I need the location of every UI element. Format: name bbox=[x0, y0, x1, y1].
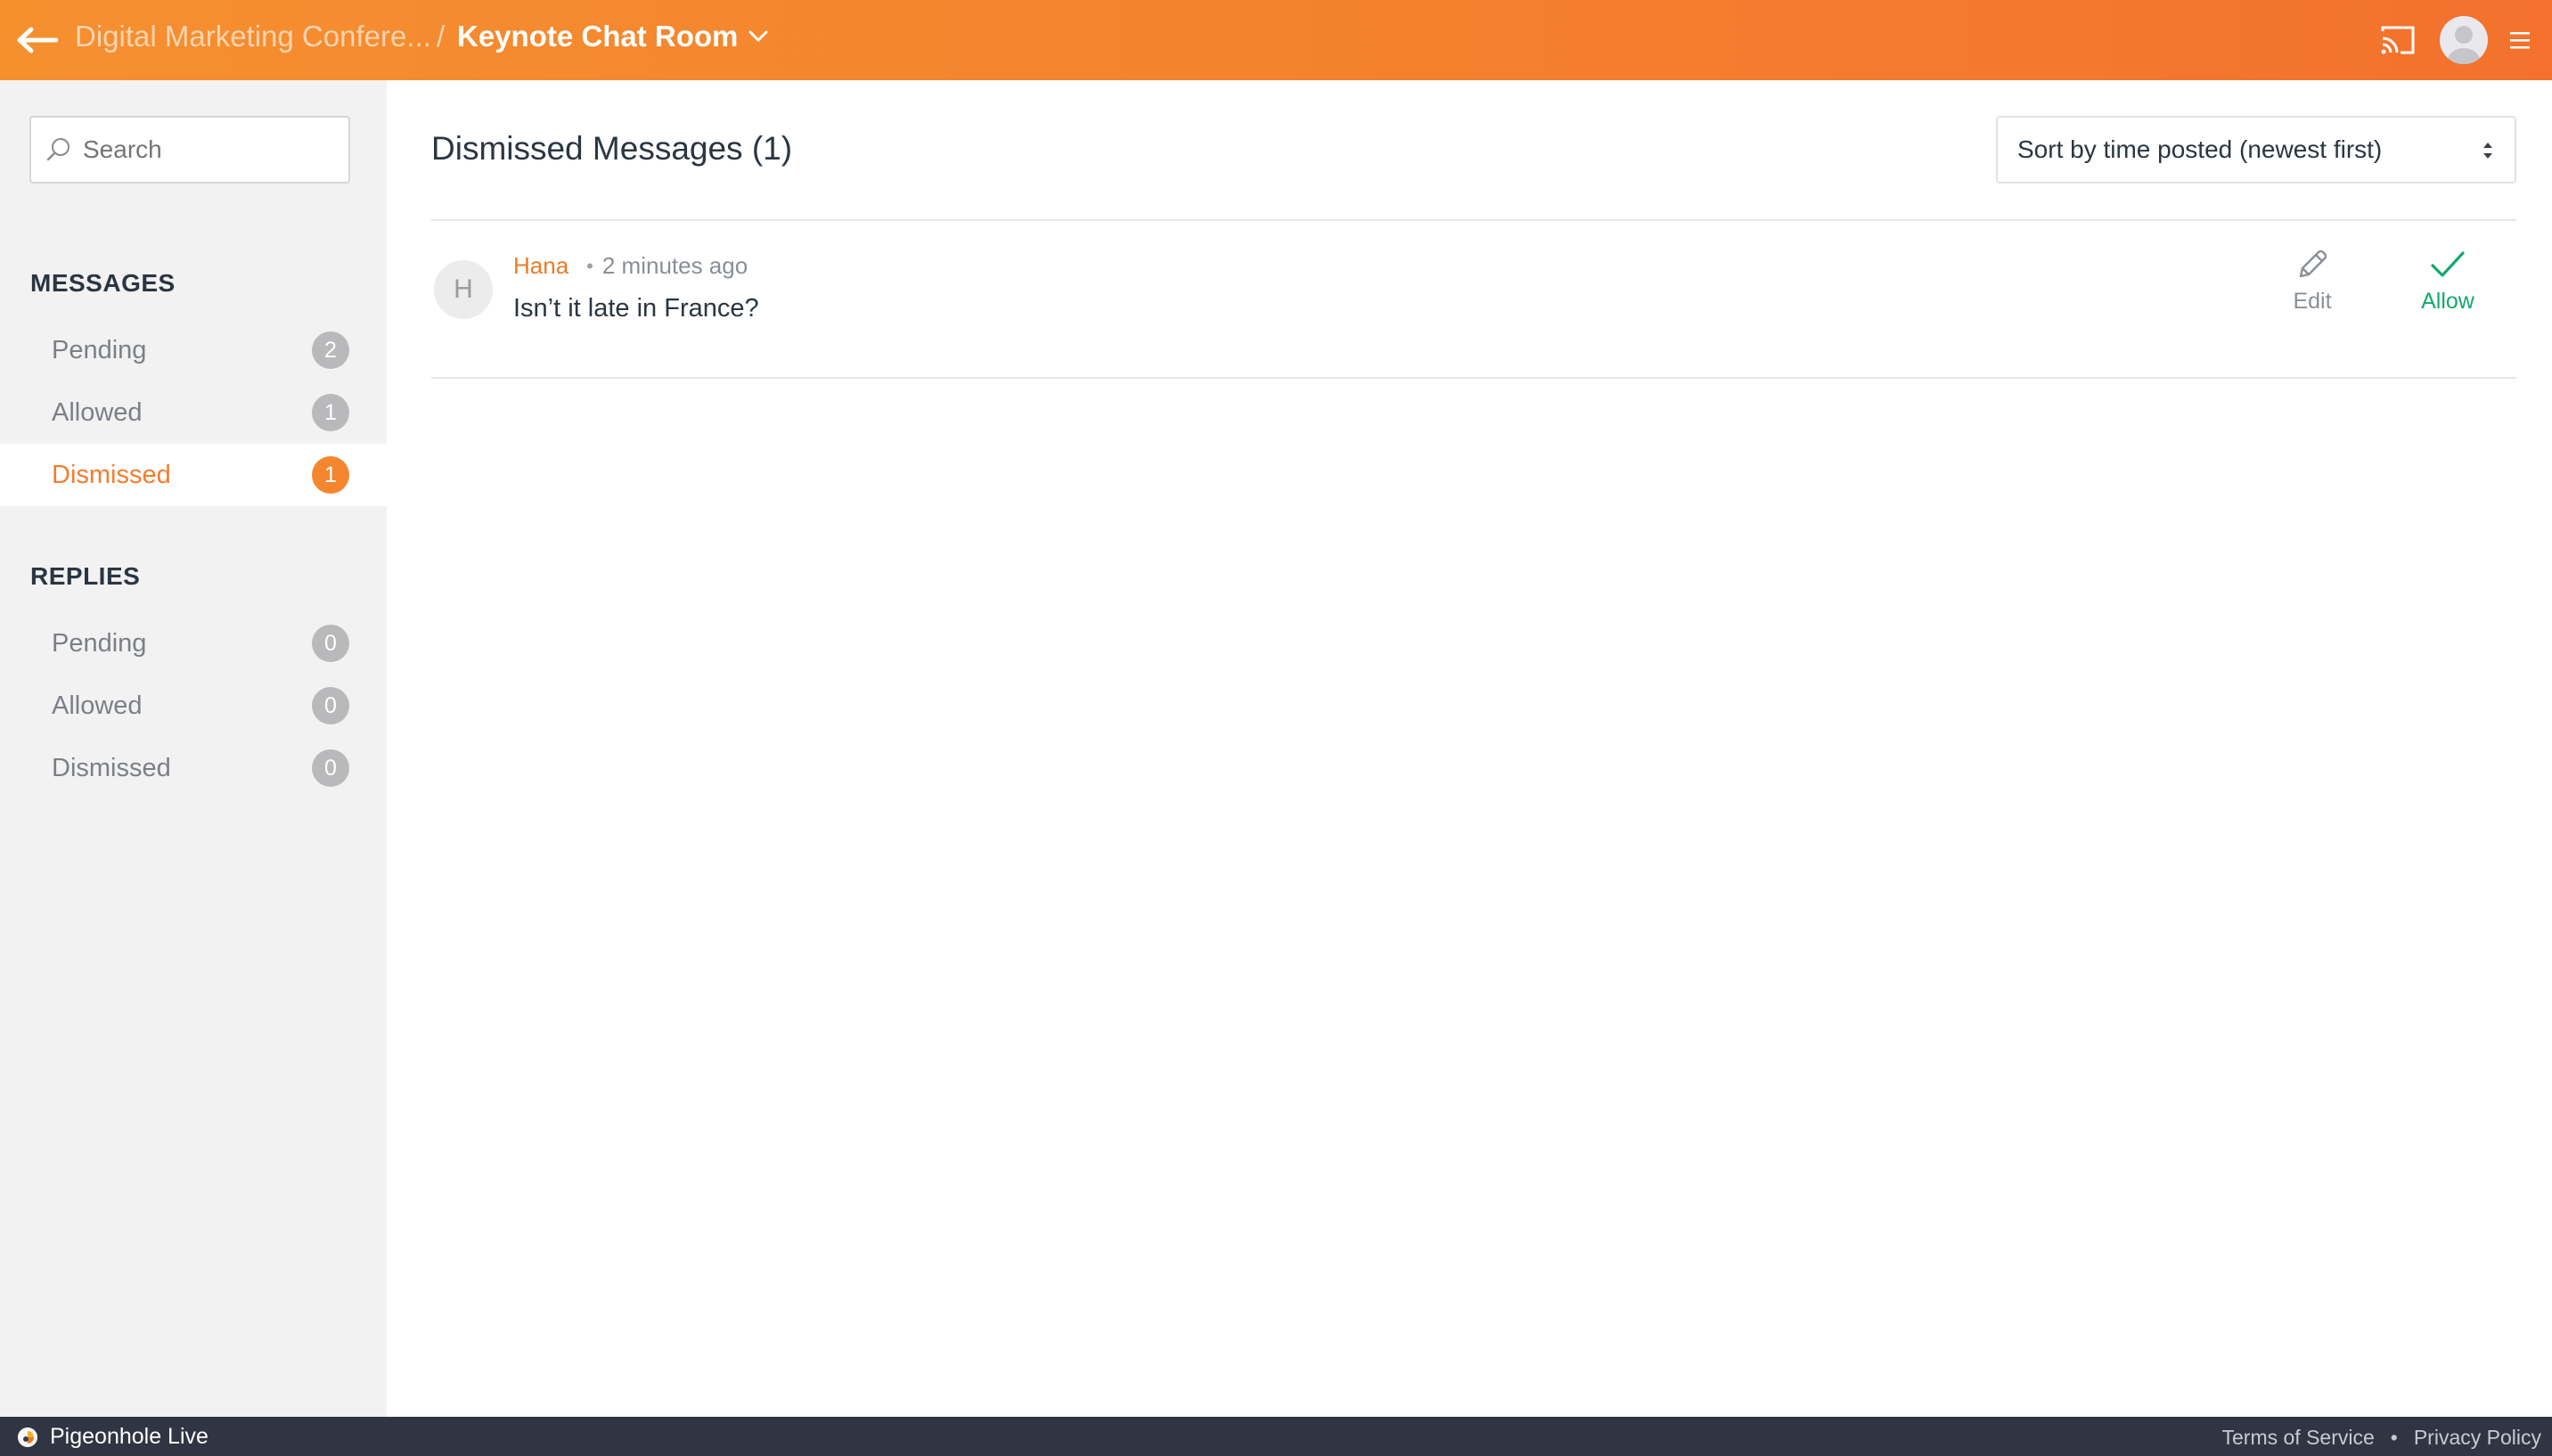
sidebar-item-replies-dismissed[interactable]: Dismissed 0 bbox=[0, 737, 387, 799]
count-badge: 0 bbox=[312, 687, 349, 724]
top-bar: Digital Marketing Confere... / Keynote C… bbox=[0, 0, 2552, 80]
room-name: Keynote Chat Room bbox=[457, 20, 739, 53]
count-badge: 0 bbox=[312, 749, 349, 787]
page-title: Dismissed Messages (1) bbox=[431, 130, 793, 167]
sidebar-item-messages-allowed[interactable]: Allowed 1 bbox=[0, 381, 387, 444]
sort-arrows-icon bbox=[2483, 143, 2492, 159]
menu-button[interactable] bbox=[2507, 27, 2532, 53]
terms-link[interactable]: Terms of Service bbox=[2222, 1426, 2375, 1450]
message-timestamp: 2 minutes ago bbox=[601, 252, 748, 279]
chevron-down-icon bbox=[748, 30, 768, 43]
message-author[interactable]: Hana bbox=[513, 252, 568, 280]
edit-label: Edit bbox=[2293, 289, 2332, 314]
hamburger-menu-icon bbox=[2510, 32, 2530, 49]
divider bbox=[431, 377, 2516, 379]
count-badge: 0 bbox=[312, 625, 349, 662]
user-avatar-icon bbox=[2448, 26, 2480, 64]
message-meta: Hana • 2 minutes ago bbox=[513, 252, 748, 280]
sidebar-item-messages-pending[interactable]: Pending 2 bbox=[0, 319, 387, 381]
footer-brand[interactable]: Pigeonhole Live bbox=[18, 1424, 209, 1450]
messages-section-title: MESSAGES bbox=[30, 269, 176, 297]
footer-separator: • bbox=[2390, 1426, 2398, 1449]
sidebar-item-label: Allowed bbox=[52, 397, 143, 427]
count-badge: 1 bbox=[312, 456, 349, 494]
replies-section-title: REPLIES bbox=[30, 562, 141, 590]
divider bbox=[431, 219, 2516, 221]
edit-button[interactable]: Edit bbox=[2263, 246, 2361, 326]
sidebar-item-label: Allowed bbox=[52, 691, 143, 720]
privacy-link[interactable]: Privacy Policy bbox=[2414, 1426, 2541, 1450]
sidebar-item-label: Dismissed bbox=[52, 753, 171, 782]
sidebar-item-label: Pending bbox=[52, 628, 147, 658]
room-selector[interactable]: Keynote Chat Room bbox=[457, 20, 768, 53]
meta-separator: • bbox=[586, 254, 593, 277]
back-button[interactable] bbox=[12, 18, 61, 62]
allow-button[interactable]: Allow bbox=[2399, 246, 2497, 326]
count-badge: 1 bbox=[312, 394, 349, 431]
sort-selected-value: Sort by time posted (newest first) bbox=[2017, 135, 2383, 163]
search-box[interactable] bbox=[29, 116, 350, 184]
pigeonhole-logo-icon bbox=[18, 1427, 37, 1447]
message-text: Isn’t it late in France? bbox=[513, 294, 759, 323]
sidebar-item-messages-dismissed[interactable]: Dismissed 1 bbox=[0, 444, 387, 506]
cast-button[interactable] bbox=[2379, 23, 2417, 57]
sidebar-item-label: Pending bbox=[52, 335, 147, 364]
user-avatar-button[interactable] bbox=[2440, 16, 2488, 64]
footer: Pigeonhole Live Terms of Service • Priva… bbox=[0, 1417, 2552, 1456]
count-badge: 2 bbox=[312, 331, 349, 369]
back-arrow-icon bbox=[17, 27, 58, 53]
search-input[interactable] bbox=[83, 135, 341, 164]
sidebar-item-replies-allowed[interactable]: Allowed 0 bbox=[0, 675, 387, 737]
avatar: H bbox=[434, 260, 493, 319]
sort-dropdown[interactable]: Sort by time posted (newest first) bbox=[1996, 116, 2516, 184]
pencil-icon bbox=[2299, 249, 2327, 278]
search-icon bbox=[46, 138, 70, 161]
cast-icon bbox=[2381, 26, 2415, 54]
footer-links: Terms of Service • Privacy Policy bbox=[2222, 1426, 2541, 1450]
checkmark-icon bbox=[2431, 251, 2465, 277]
breadcrumb-event[interactable]: Digital Marketing Confere... bbox=[75, 20, 431, 53]
sidebar-item-replies-pending[interactable]: Pending 0 bbox=[0, 612, 387, 675]
brand-name: Pigeonhole Live bbox=[50, 1424, 209, 1449]
allow-label: Allow bbox=[2421, 289, 2474, 314]
sidebar-item-label: Dismissed bbox=[52, 460, 171, 489]
sidebar: MESSAGES Pending 2 Allowed 1 Dismissed 1… bbox=[0, 80, 387, 1417]
breadcrumb-separator: / bbox=[437, 20, 446, 53]
